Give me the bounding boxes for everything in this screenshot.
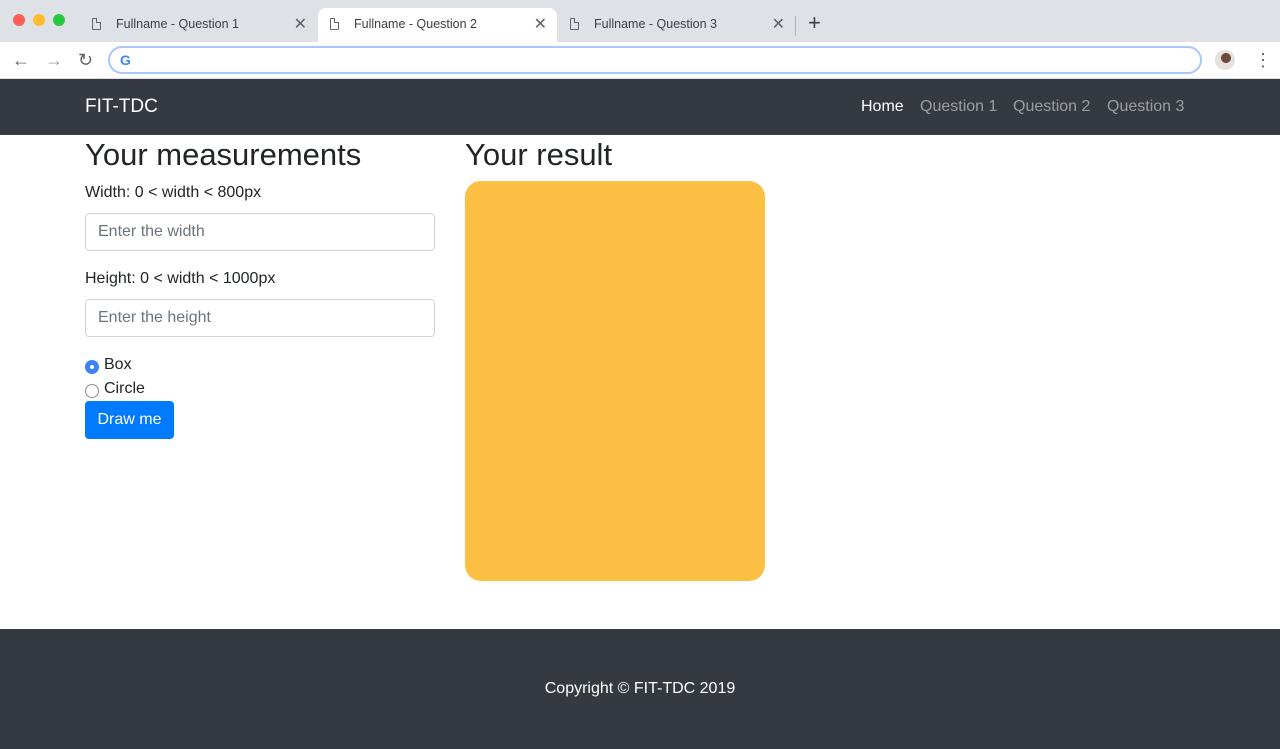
site-footer: Copyright © FIT-TDC 2019 [0,629,1280,749]
radio-box[interactable] [85,360,99,374]
address-bar[interactable]: G [108,46,1202,74]
maximize-window-icon[interactable] [53,14,65,26]
height-label: Height: 0 < width < 1000px [85,270,276,287]
nav-link-home[interactable]: Home [861,98,904,116]
nav-link-question-1[interactable]: Question 1 [920,98,997,116]
result-heading: Your result [465,137,613,172]
draw-me-button[interactable]: Draw me [85,401,174,439]
nav-link-question-2[interactable]: Question 2 [1013,98,1090,116]
radio-box-label[interactable]: Box [104,356,132,374]
document-icon [570,18,579,30]
tab-close-icon[interactable]: ✕ [294,14,307,34]
new-tab-button[interactable]: + [808,12,821,34]
browser-toolbar: ← → ↻ G ⋮ [0,42,1280,79]
close-window-icon[interactable] [13,14,25,26]
copyright-text: Copyright © FIT-TDC 2019 [544,680,736,697]
browser-tab-question-1[interactable]: Fullname - Question 1 ✕ [80,8,317,42]
browser-tab-question-2[interactable]: Fullname - Question 2 ✕ [318,8,557,42]
minimize-window-icon[interactable] [33,14,45,26]
forward-arrow-icon[interactable]: → [45,48,63,72]
reload-icon[interactable]: ↻ [78,48,93,72]
site-navbar: FIT-TDC Home Question 1 Question 2 Quest… [0,79,1280,135]
width-input[interactable] [85,213,435,251]
google-icon: G [120,52,131,68]
profile-avatar[interactable] [1215,50,1235,70]
height-input[interactable] [85,299,435,337]
browser-tab-question-3[interactable]: Fullname - Question 3 ✕ [558,8,795,42]
back-arrow-icon[interactable]: ← [12,48,30,72]
nav-link-question-3[interactable]: Question 3 [1107,98,1184,116]
width-label: Width: 0 < width < 800px [85,184,262,201]
tab-close-icon[interactable]: ✕ [772,14,785,34]
menu-kebab-icon[interactable]: ⋮ [1254,48,1272,72]
result-box-shape [465,181,765,581]
tab-separator [795,16,796,36]
radio-circle[interactable] [85,384,99,398]
document-icon [92,18,101,30]
tab-title: Fullname - Question 1 [116,17,239,31]
tab-title: Fullname - Question 3 [594,17,717,31]
tab-close-icon[interactable]: ✕ [534,14,547,34]
tab-title: Fullname - Question 2 [354,17,477,31]
browser-tab-bar: Fullname - Question 1 ✕ Fullname - Quest… [0,0,1280,42]
document-icon [330,18,339,30]
navbar-brand[interactable]: FIT-TDC [85,96,158,118]
radio-circle-label[interactable]: Circle [104,380,145,398]
measurements-heading: Your measurements [85,137,362,172]
